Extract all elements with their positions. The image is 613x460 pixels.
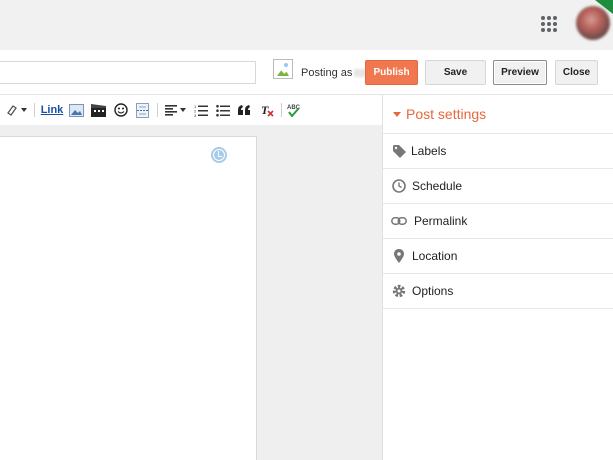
post-settings-sidebar: Post settings Labels Schedule Permalink … [382,95,613,460]
top-header-bar [0,0,613,50]
remove-formatting-icon[interactable]: T [258,102,275,118]
caret-down-icon [393,112,401,117]
svg-text:3: 3 [194,113,197,117]
insert-emoji-icon[interactable] [112,102,129,118]
profile-image-icon [273,59,293,79]
location-pin-icon [391,249,407,263]
jump-break-icon[interactable] [134,102,151,118]
post-title-input[interactable] [0,61,256,84]
gear-icon [391,284,407,298]
tag-icon [391,144,407,158]
insert-image-icon[interactable] [68,102,85,118]
link-button[interactable]: Link [40,102,64,118]
post-settings-header[interactable]: Post settings [383,95,613,134]
toolbar-separator [157,103,158,117]
formatting-toolbar: Link 123 T ABC [0,95,382,125]
post-settings-title: Post settings [406,106,487,122]
sidebar-item-location[interactable]: Location [383,239,613,274]
align-icon[interactable] [162,102,188,118]
sidebar-item-label: Schedule [412,179,463,193]
sidebar-item-label: Options [412,284,454,298]
bullet-list-icon[interactable] [214,102,231,118]
svg-text:T: T [261,103,269,117]
close-button[interactable]: Close [555,60,598,85]
insert-video-icon[interactable] [90,102,107,118]
clock-icon[interactable] [211,147,227,163]
sidebar-item-schedule[interactable]: Schedule [383,169,613,204]
highlight-icon[interactable] [4,102,28,118]
sidebar-item-labels[interactable]: Labels [383,134,613,169]
toolbar-separator [34,103,35,117]
link-icon [391,214,407,228]
sidebar-item-label: Location [412,249,458,263]
spell-check-icon[interactable]: ABC [285,102,302,118]
publish-button[interactable]: Publish [365,60,418,85]
sidebar-item-label: Labels [411,144,447,158]
quote-icon[interactable] [236,102,253,118]
numbered-list-icon[interactable]: 123 [192,102,209,118]
posting-as-text: Posting as [301,67,369,79]
sidebar-item-label: Permalink [414,214,468,228]
preview-button[interactable]: Preview [493,60,547,85]
posting-as-label: Posting as [301,67,353,79]
clock-icon [391,179,407,193]
sidebar-item-permalink[interactable]: Permalink [383,204,613,239]
sidebar-item-options[interactable]: Options [383,274,613,309]
post-body-editor[interactable] [0,136,257,460]
apps-grid-icon[interactable] [541,16,557,32]
user-avatar[interactable] [576,6,610,40]
save-button[interactable]: Save [425,60,486,85]
toolbar-separator [281,103,282,117]
